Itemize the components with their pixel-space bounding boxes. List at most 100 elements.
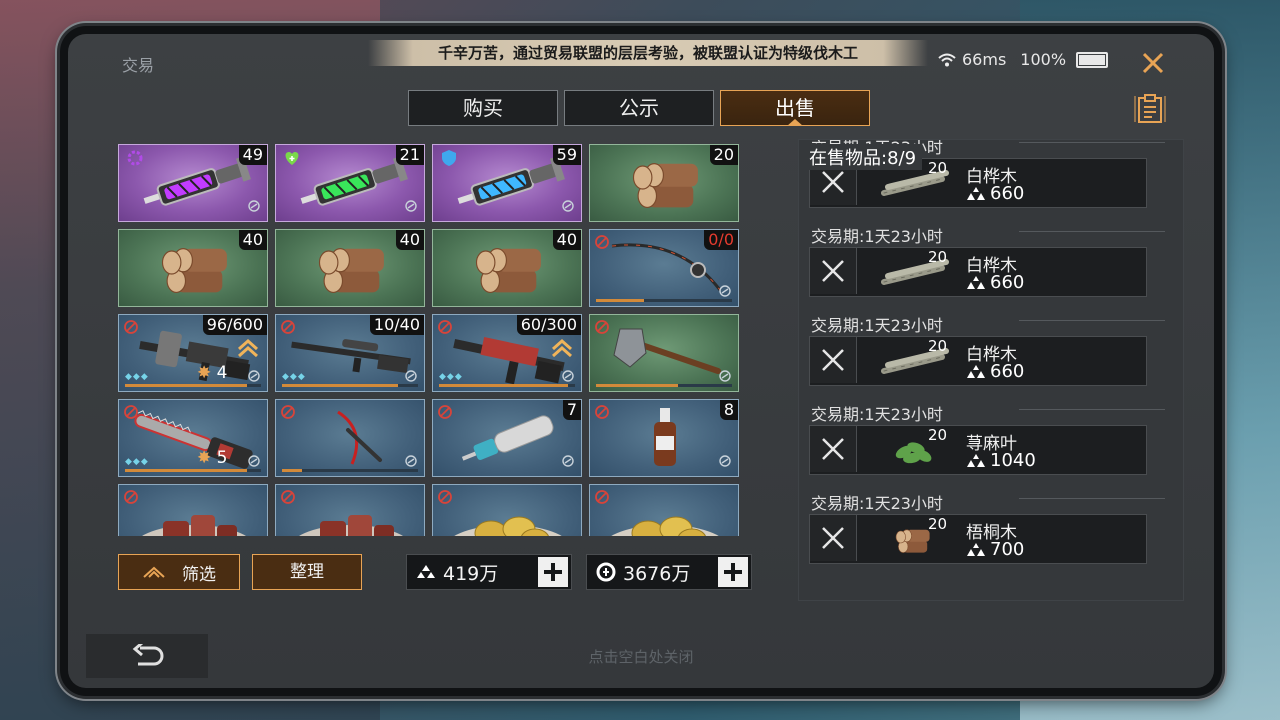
cancel-listing-button[interactable] bbox=[810, 426, 857, 472]
inventory-slot[interactable]: 96/600 ✸ 4 ◆◆◆ bbox=[118, 314, 268, 392]
durability-bar bbox=[282, 384, 418, 387]
silver-ingot-icon bbox=[417, 565, 435, 578]
top-bar: 交易 千辛万苦，通过贸易联盟的层层考验，被联盟认证为特级伐木工 66ms 100… bbox=[68, 34, 1214, 86]
trade-period: 交易期:1天23小时 bbox=[811, 227, 943, 246]
inventory-slot[interactable] bbox=[275, 484, 425, 536]
add-silver-button[interactable] bbox=[538, 557, 568, 587]
inventory-slot[interactable]: 21 bbox=[275, 144, 425, 222]
stack-count: 21 bbox=[395, 145, 424, 165]
untradeable-icon bbox=[438, 405, 452, 419]
gold-coin-icon bbox=[596, 562, 616, 582]
close-icon bbox=[822, 527, 844, 549]
stack-count: 49 bbox=[238, 145, 267, 165]
listing-price: 660 bbox=[966, 183, 1024, 204]
inventory-slot[interactable] bbox=[432, 484, 582, 536]
close-icon bbox=[822, 438, 844, 460]
untradeable-icon bbox=[595, 490, 609, 504]
inventory-slot[interactable]: 7 bbox=[432, 399, 582, 477]
listing-price: 1040 bbox=[966, 450, 1036, 471]
inventory-slot[interactable] bbox=[589, 484, 739, 536]
stack-count: 0/0 bbox=[704, 230, 738, 250]
listing-card[interactable]: 20 梧桐木 700 bbox=[809, 514, 1147, 564]
sort-button[interactable]: 整理 bbox=[252, 554, 362, 590]
close-icon[interactable] bbox=[1140, 50, 1166, 76]
tab-bar: 购买 公示 出售 bbox=[408, 90, 870, 126]
listing-price: 660 bbox=[966, 361, 1024, 382]
durability-bar bbox=[125, 384, 261, 387]
untradeable-icon bbox=[281, 490, 295, 504]
listing-price: 660 bbox=[966, 272, 1024, 293]
cancel-listing-button[interactable] bbox=[810, 515, 857, 561]
inventory-slot[interactable]: 0/0 bbox=[589, 229, 739, 307]
tab-buy[interactable]: 购买 bbox=[408, 90, 558, 126]
filter-label: 筛选 bbox=[182, 564, 216, 585]
listing-price: 700 bbox=[966, 539, 1024, 560]
shield-badge-icon bbox=[442, 150, 456, 166]
category-icon bbox=[405, 455, 417, 467]
trade-log-icon[interactable] bbox=[1134, 94, 1166, 124]
cog-badge-icon bbox=[127, 150, 143, 166]
category-icon bbox=[405, 200, 417, 212]
inventory-slot[interactable] bbox=[275, 399, 425, 477]
heart-badge-icon bbox=[285, 152, 299, 165]
durability-bar bbox=[596, 384, 732, 387]
inventory-slot[interactable]: ✸ 5 ◆◆◆ bbox=[118, 399, 268, 477]
durability-bar bbox=[439, 384, 575, 387]
injector-icon bbox=[461, 415, 554, 461]
silver-ingot-icon bbox=[967, 453, 985, 467]
listing-card[interactable]: 20 白桦木 660 bbox=[809, 336, 1147, 386]
inventory-slot[interactable]: 40 bbox=[275, 229, 425, 307]
cancel-listing-button[interactable] bbox=[810, 337, 857, 383]
add-gold-button[interactable] bbox=[718, 557, 748, 587]
durability-bar bbox=[596, 299, 732, 302]
latency-readout: 66ms bbox=[962, 50, 1007, 69]
trade-period: 交易期:1天23小时 bbox=[811, 405, 943, 424]
stack-count: 8 bbox=[719, 400, 738, 420]
inventory-slot[interactable]: 59 bbox=[432, 144, 582, 222]
cancel-listing-button[interactable] bbox=[810, 248, 857, 294]
listing-quantity: 20 bbox=[928, 426, 948, 444]
category-icon bbox=[562, 200, 574, 212]
close-icon bbox=[822, 349, 844, 371]
inventory-slot[interactable]: 40 bbox=[118, 229, 268, 307]
inventory-slot[interactable]: 20 bbox=[589, 144, 739, 222]
inventory-slot[interactable]: 60/300 ◆◆◆ bbox=[432, 314, 582, 392]
stack-count: 7 bbox=[562, 400, 581, 420]
trade-period: 交易期:1天23小时 bbox=[811, 494, 943, 513]
silver-balance: 419万 bbox=[406, 554, 572, 590]
stack-count: 59 bbox=[552, 145, 581, 165]
inventory-slot[interactable] bbox=[118, 484, 268, 536]
listing-card[interactable]: 20 白桦木 660 bbox=[809, 247, 1147, 297]
category-icon bbox=[248, 370, 260, 382]
attachment-dots: ◆◆◆ bbox=[125, 457, 149, 467]
untradeable-icon bbox=[281, 405, 295, 419]
selling-panel: 在售物品:8/9 交易期:1天23小时 20 白桦木 660 交易期:1天23小… bbox=[798, 139, 1184, 601]
attachment-dots: ◆◆◆ bbox=[282, 372, 306, 382]
silver-ingot-icon bbox=[967, 364, 985, 378]
inventory-slot[interactable]: 10/40 ◆◆◆ bbox=[275, 314, 425, 392]
untradeable-icon bbox=[124, 320, 138, 334]
bottle-icon bbox=[654, 408, 676, 466]
stack-count: 20 bbox=[709, 145, 738, 165]
listing-item: 交易期:1天23小时 20 梧桐木 700 bbox=[809, 490, 1169, 579]
enhance-level: ✸ 5 bbox=[197, 448, 228, 468]
listing-card[interactable]: 20 荨麻叶 1040 bbox=[809, 425, 1147, 475]
trade-period: 交易期:1天23小时 bbox=[811, 316, 943, 335]
wifi-icon bbox=[938, 53, 956, 66]
meat-plate-icon bbox=[299, 515, 403, 536]
inventory-slot[interactable] bbox=[589, 314, 739, 392]
tab-notice[interactable]: 公示 bbox=[564, 90, 714, 126]
listing-item: 交易期:1天23小时 20 荨麻叶 1040 bbox=[809, 401, 1169, 490]
silver-ingot-icon bbox=[967, 542, 985, 556]
tab-sell[interactable]: 出售 bbox=[720, 90, 870, 126]
category-icon bbox=[248, 200, 260, 212]
axe-icon bbox=[613, 328, 721, 374]
inventory-slot[interactable]: 40 bbox=[432, 229, 582, 307]
silver-ingot-icon bbox=[967, 275, 985, 289]
filter-button[interactable]: 筛选 bbox=[118, 554, 240, 590]
attachment-dots: ◆◆◆ bbox=[125, 372, 149, 382]
inventory-slot[interactable]: 49 bbox=[118, 144, 268, 222]
coin-plate-icon bbox=[611, 516, 719, 536]
inventory-slot[interactable]: 8 bbox=[589, 399, 739, 477]
filter-icon bbox=[143, 566, 165, 578]
